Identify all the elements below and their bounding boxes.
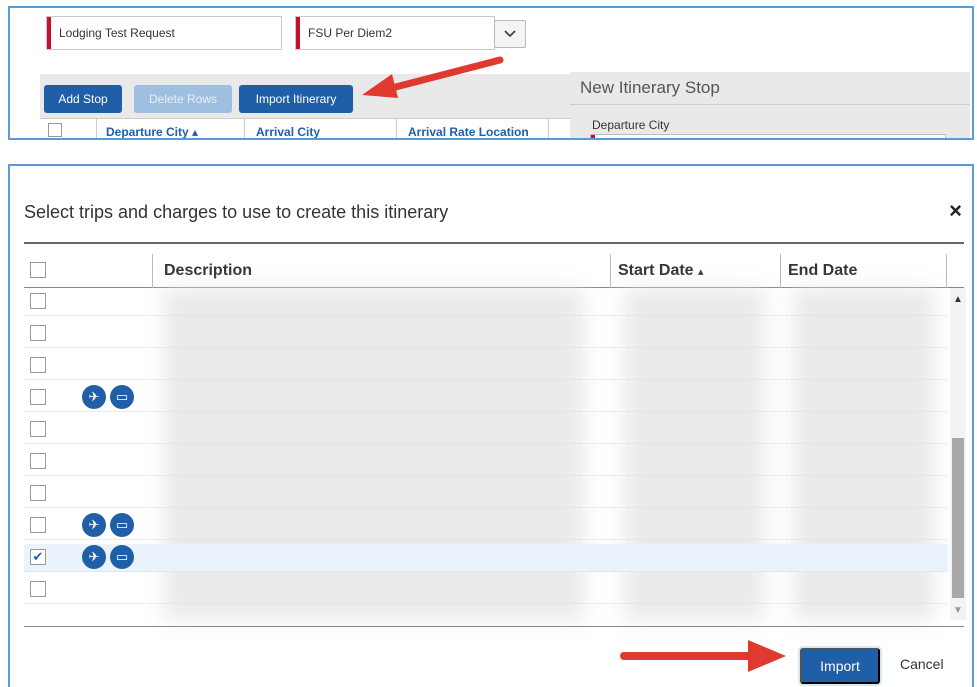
arrival-city-header[interactable]: Arrival City: [256, 125, 320, 138]
row-checkbox[interactable]: ✔: [30, 549, 46, 565]
divider: [570, 104, 970, 105]
policy-value: FSU Per Diem2: [308, 26, 393, 40]
scroll-up-icon[interactable]: ▲: [953, 294, 963, 305]
end-date-header[interactable]: End Date: [788, 262, 857, 280]
request-name-value: Lodging Test Request: [59, 26, 175, 40]
row-checkbox[interactable]: [30, 389, 46, 405]
start-date-header[interactable]: Start Date ▴: [618, 262, 704, 280]
row-checkbox[interactable]: [30, 453, 46, 469]
trip-type-icons: ✈ ▭: [82, 545, 134, 569]
column-divider: [780, 254, 781, 288]
cancel-button[interactable]: Cancel: [900, 656, 944, 672]
row-checkbox[interactable]: [30, 325, 46, 341]
request-header-panel: Lodging Test Request FSU Per Diem2 Add S…: [8, 6, 974, 140]
table-scrollbar[interactable]: ▲ ▼: [950, 288, 966, 620]
import-itinerary-button[interactable]: Import Itinerary: [239, 85, 353, 113]
scroll-down-icon[interactable]: ▼: [953, 605, 963, 616]
hotel-bed-icon: ▭: [110, 513, 134, 537]
start-date-header-label: Start Date: [618, 262, 694, 279]
trip-type-icons: ✈ ▭: [82, 513, 134, 537]
request-name-field[interactable]: Lodging Test Request: [46, 16, 282, 50]
dialog-title: Select trips and charges to use to creat…: [24, 202, 449, 222]
departure-city-header[interactable]: Departure City ▴: [106, 125, 199, 139]
arrival-rate-location-header[interactable]: Arrival Rate Location: [408, 125, 529, 138]
new-itinerary-stop-title: New Itinerary Stop: [580, 78, 720, 97]
select-all-checkbox[interactable]: [48, 123, 62, 137]
hotel-bed-icon: ▭: [110, 545, 134, 569]
row-checkbox[interactable]: [30, 293, 46, 309]
row-checkbox[interactable]: [30, 357, 46, 373]
table-row[interactable]: [24, 352, 948, 380]
trips-table-header: Description Start Date ▴ End Date: [24, 254, 964, 288]
column-divider: [610, 254, 611, 288]
policy-dropdown-button[interactable]: [494, 20, 526, 48]
red-arrow-icon: [620, 640, 786, 672]
table-row[interactable]: [24, 288, 948, 316]
airplane-icon: ✈: [82, 513, 106, 537]
red-arrow-icon: [362, 56, 504, 98]
row-checkbox[interactable]: [30, 421, 46, 437]
import-itinerary-dialog: Select trips and charges to use to creat…: [8, 164, 974, 687]
divider: [24, 626, 964, 627]
description-header[interactable]: Description: [164, 262, 252, 280]
airplane-icon: ✈: [82, 545, 106, 569]
table-row[interactable]: [24, 448, 948, 476]
select-all-checkbox[interactable]: [30, 262, 46, 278]
table-row[interactable]: [24, 320, 948, 348]
table-row[interactable]: [24, 480, 948, 508]
import-button[interactable]: Import: [800, 648, 880, 684]
policy-select[interactable]: FSU Per Diem2: [295, 16, 495, 50]
itinerary-grid-header: Departure City ▴ Arrival City Arrival Ra…: [40, 118, 570, 139]
airplane-icon: ✈: [82, 385, 106, 409]
close-icon[interactable]: ×: [949, 200, 962, 222]
chevron-down-icon: [504, 30, 516, 38]
trip-type-icons: ✈ ▭: [82, 385, 134, 409]
row-checkbox[interactable]: [30, 517, 46, 533]
row-checkbox[interactable]: [30, 581, 46, 597]
column-divider: [96, 119, 97, 138]
table-row[interactable]: ✈ ▭: [24, 384, 948, 412]
add-stop-button[interactable]: Add Stop: [44, 85, 122, 113]
divider: [24, 242, 964, 244]
row-checkbox[interactable]: [30, 485, 46, 501]
column-divider: [244, 119, 245, 138]
column-divider: [152, 254, 153, 288]
sort-asc-icon: ▴: [192, 125, 199, 139]
departure-city-input[interactable]: [590, 134, 946, 138]
trips-table-body: ✈ ▭ ✈ ▭ ✔ ✈ ▭: [24, 288, 948, 620]
table-row[interactable]: [24, 416, 948, 444]
table-row[interactable]: ✔ ✈ ▭: [24, 544, 948, 572]
sort-asc-icon: ▴: [698, 266, 704, 278]
column-divider: [396, 119, 397, 138]
column-divider: [946, 254, 947, 288]
departure-city-header-label: Departure City: [106, 125, 189, 139]
table-row[interactable]: ✈ ▭: [24, 512, 948, 540]
table-row[interactable]: [24, 576, 948, 604]
scrollbar-thumb[interactable]: [952, 438, 964, 598]
column-divider: [548, 119, 549, 138]
departure-city-label: Departure City: [592, 118, 670, 132]
hotel-bed-icon: ▭: [110, 385, 134, 409]
delete-rows-button[interactable]: Delete Rows: [134, 85, 232, 113]
